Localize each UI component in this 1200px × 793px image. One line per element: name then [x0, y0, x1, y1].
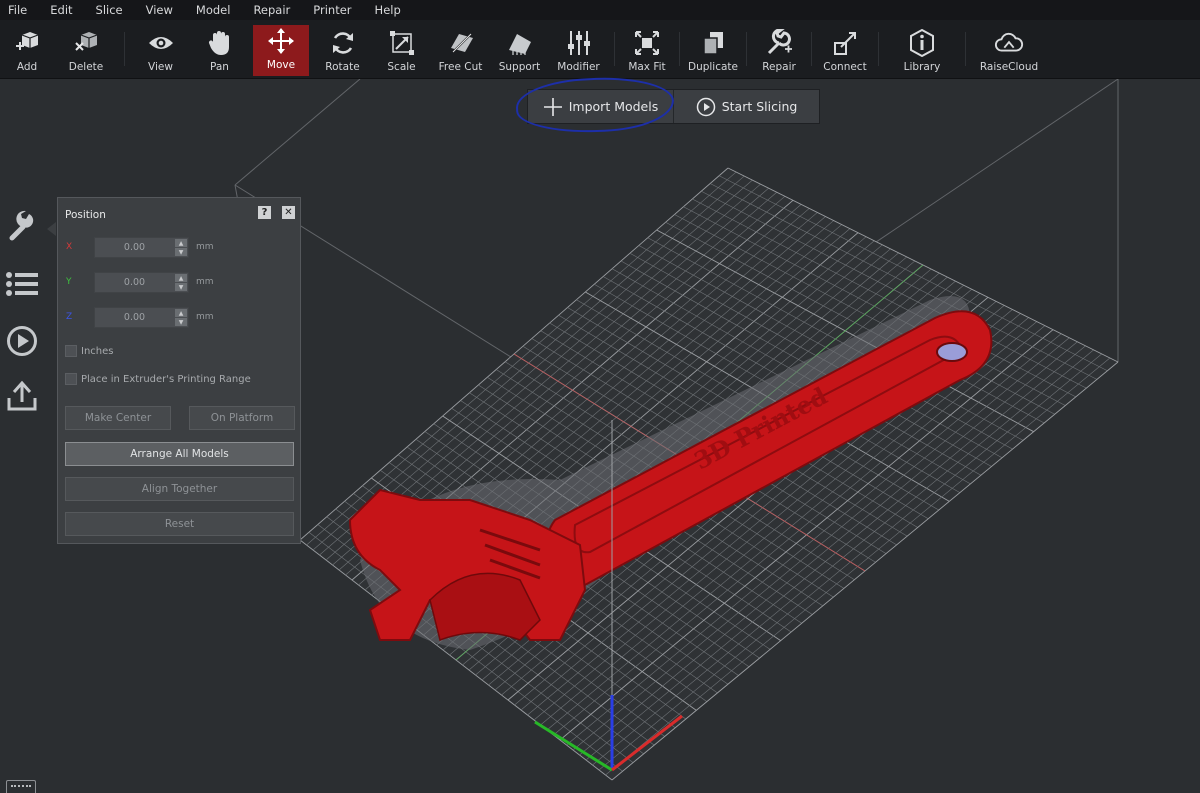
- make-center-button[interactable]: Make Center: [65, 406, 171, 430]
- rotate-icon: [328, 28, 358, 58]
- support-icon: [505, 28, 535, 58]
- menu-bar: File Edit Slice View Model Repair Printe…: [0, 0, 1200, 20]
- menu-help[interactable]: Help: [375, 3, 401, 17]
- arrange-all-models-button[interactable]: Arrange All Models: [65, 442, 294, 466]
- max-fit-button[interactable]: Max Fit: [621, 20, 673, 78]
- menu-slice[interactable]: Slice: [96, 3, 123, 17]
- hand-icon: [205, 28, 235, 58]
- move-button[interactable]: Move: [253, 25, 309, 76]
- raisecloud-button[interactable]: RaiseCloud: [972, 20, 1046, 78]
- sidebar-item-export[interactable]: [0, 380, 44, 412]
- sidebar-item-tools[interactable]: [0, 210, 44, 242]
- panel-title: Position: [65, 209, 106, 221]
- x-unit: mm: [196, 242, 214, 252]
- toolbar-separator: [614, 32, 615, 66]
- place-in-range-option[interactable]: Place in Extruder's Printing Range: [65, 373, 251, 385]
- wrench-plus-icon: [764, 28, 794, 58]
- help-button[interactable]: ?: [258, 206, 271, 219]
- toolbar-separator: [746, 32, 747, 66]
- close-button[interactable]: ✕: [282, 206, 295, 219]
- x-position-input[interactable]: 0.00 ▲ ▼: [94, 237, 189, 258]
- menu-edit[interactable]: Edit: [50, 3, 72, 17]
- place-in-range-checkbox[interactable]: [65, 373, 77, 385]
- inches-option[interactable]: Inches: [65, 345, 114, 357]
- x-axis-label: X: [66, 242, 73, 252]
- align-together-button[interactable]: Align Together: [65, 477, 294, 501]
- wrench-icon: [9, 210, 34, 241]
- y-position-input[interactable]: 0.00 ▲ ▼: [94, 272, 189, 293]
- free-cut-button[interactable]: Free Cut: [431, 20, 490, 78]
- panel-pointer: [47, 222, 56, 236]
- inches-checkbox[interactable]: [65, 345, 77, 357]
- library-button[interactable]: Library: [885, 20, 959, 78]
- view-button[interactable]: View: [131, 20, 190, 78]
- toolbar: Add Delete View Pan Move Rotate Scale Fr…: [0, 20, 1200, 79]
- toolbar-separator: [878, 32, 879, 66]
- menu-view[interactable]: View: [146, 3, 173, 17]
- rotate-button[interactable]: Rotate: [313, 20, 372, 78]
- y-unit: mm: [196, 277, 214, 287]
- info-shield-icon: [907, 28, 937, 58]
- modifier-button[interactable]: Modifier: [549, 20, 608, 78]
- delete-button[interactable]: Delete: [54, 20, 118, 78]
- repair-button[interactable]: Repair: [753, 20, 805, 78]
- connect-button[interactable]: Connect: [818, 20, 872, 78]
- play-icon: [7, 326, 37, 356]
- x-stepper[interactable]: ▲ ▼: [175, 239, 187, 256]
- on-platform-button[interactable]: On Platform: [189, 406, 295, 430]
- toolbar-separator: [124, 32, 125, 66]
- add-button[interactable]: Add: [0, 20, 54, 78]
- sidebar-item-list[interactable]: [0, 270, 44, 298]
- pan-button[interactable]: Pan: [190, 20, 249, 78]
- duplicate-button[interactable]: Duplicate: [686, 20, 740, 78]
- position-panel: Position ? ✕ X 0.00 ▲ ▼ mm Y 0.00 ▲ ▼ mm Z…: [57, 197, 301, 544]
- scale-button[interactable]: Scale: [372, 20, 431, 78]
- free-cut-icon: [446, 28, 476, 58]
- menu-printer[interactable]: Printer: [313, 3, 351, 17]
- wrench-hole: [936, 342, 968, 362]
- toolbar-separator: [811, 32, 812, 66]
- keyboard-icon[interactable]: [6, 780, 36, 793]
- modifier-sliders-icon: [564, 28, 594, 58]
- upload-icon: [7, 380, 37, 411]
- z-position-input[interactable]: 0.00 ▲ ▼: [94, 307, 189, 328]
- start-slicing-button[interactable]: Start Slicing: [673, 90, 819, 123]
- y-axis-label: Y: [66, 277, 72, 287]
- z-stepper[interactable]: ▲ ▼: [175, 309, 187, 326]
- duplicate-icon: [698, 28, 728, 58]
- menu-repair[interactable]: Repair: [253, 3, 290, 17]
- connect-icon: [830, 28, 860, 58]
- y-stepper[interactable]: ▲ ▼: [175, 274, 187, 291]
- reset-button[interactable]: Reset: [65, 512, 294, 536]
- move-arrows-icon: [266, 26, 296, 56]
- menu-file[interactable]: File: [8, 3, 27, 17]
- sidebar-item-preview[interactable]: [0, 325, 44, 357]
- eye-icon: [146, 28, 176, 58]
- toolbar-separator: [965, 32, 966, 66]
- cloud-icon: [994, 28, 1024, 58]
- delete-cube-icon: [71, 28, 101, 58]
- scale-icon: [387, 28, 417, 58]
- play-circle-icon: [696, 97, 715, 116]
- support-button[interactable]: Support: [490, 20, 549, 78]
- list-icon: [6, 272, 38, 296]
- z-unit: mm: [196, 312, 214, 322]
- toolbar-separator: [679, 32, 680, 66]
- max-fit-icon: [632, 28, 662, 58]
- add-cube-icon: [12, 28, 42, 58]
- z-axis-label: Z: [66, 312, 73, 322]
- menu-model[interactable]: Model: [196, 3, 231, 17]
